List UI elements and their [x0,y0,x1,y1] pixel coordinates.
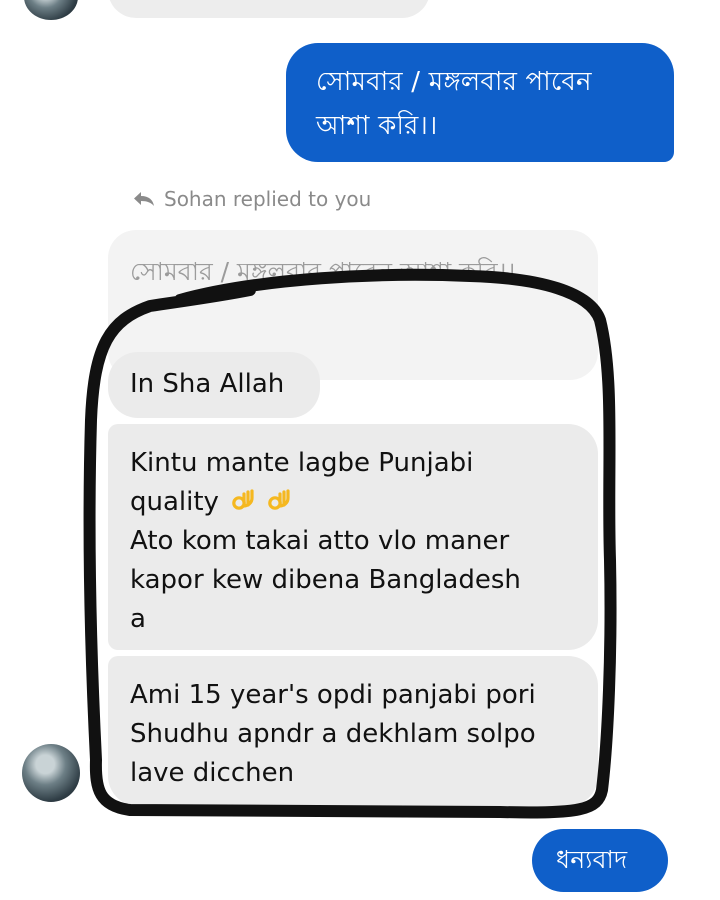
sender-avatar-top[interactable] [24,0,78,20]
outgoing-message-text: সোমবার / মঙ্গলবার পাবেন আশা করি।। [316,67,592,141]
incoming-message-bubble[interactable]: Kintu mante lagbe Punjabi quality Ato ko… [108,424,598,650]
ok-hand-emoji-icon [267,487,291,513]
chat-thread: সোমবার / মঙ্গলবার পাবেন আশা করি।। Sohan … [0,0,720,900]
outgoing-message-bubble[interactable]: ধন্যবাদ [532,829,668,892]
incoming-message-text: In Sha Allah [130,369,285,399]
reply-indicator-text: Sohan replied to you [164,187,372,211]
incoming-message-line: a [130,604,146,634]
incoming-message-line: kapor kew dibena Bangladesh [130,565,521,595]
ok-hand-emoji-icon [231,487,255,513]
incoming-message-line-with-emoji: quality [130,483,578,522]
incoming-message-line: Ato kom takai atto vlo maner [130,526,510,556]
incoming-message-line: Kintu mante lagbe Punjabi [130,448,474,478]
outgoing-message-bubble[interactable]: সোমবার / মঙ্গলবার পাবেন আশা করি।। [286,43,674,162]
incoming-message-bubble[interactable]: In Sha Allah [108,352,320,418]
incoming-message-line: quality [130,487,219,517]
outgoing-message-text: ধন্যবাদ [556,845,628,874]
sender-avatar[interactable] [22,744,80,802]
incoming-message-line: Ami 15 year's opdi panjabi pori [130,680,536,710]
incoming-message-partial[interactable] [108,0,430,18]
reply-indicator: Sohan replied to you [132,187,371,211]
quoted-message-text: সোমবার / মঙ্গলবার পাবেন আশা করি।। [130,257,516,286]
reply-arrow-icon [132,190,156,208]
incoming-message-line: Shudhu apndr a dekhlam solpo [130,719,536,749]
incoming-message-line: lave dicchen [130,758,295,788]
incoming-message-bubble[interactable]: Ami 15 year's opdi panjabi pori Shudhu a… [108,656,598,806]
